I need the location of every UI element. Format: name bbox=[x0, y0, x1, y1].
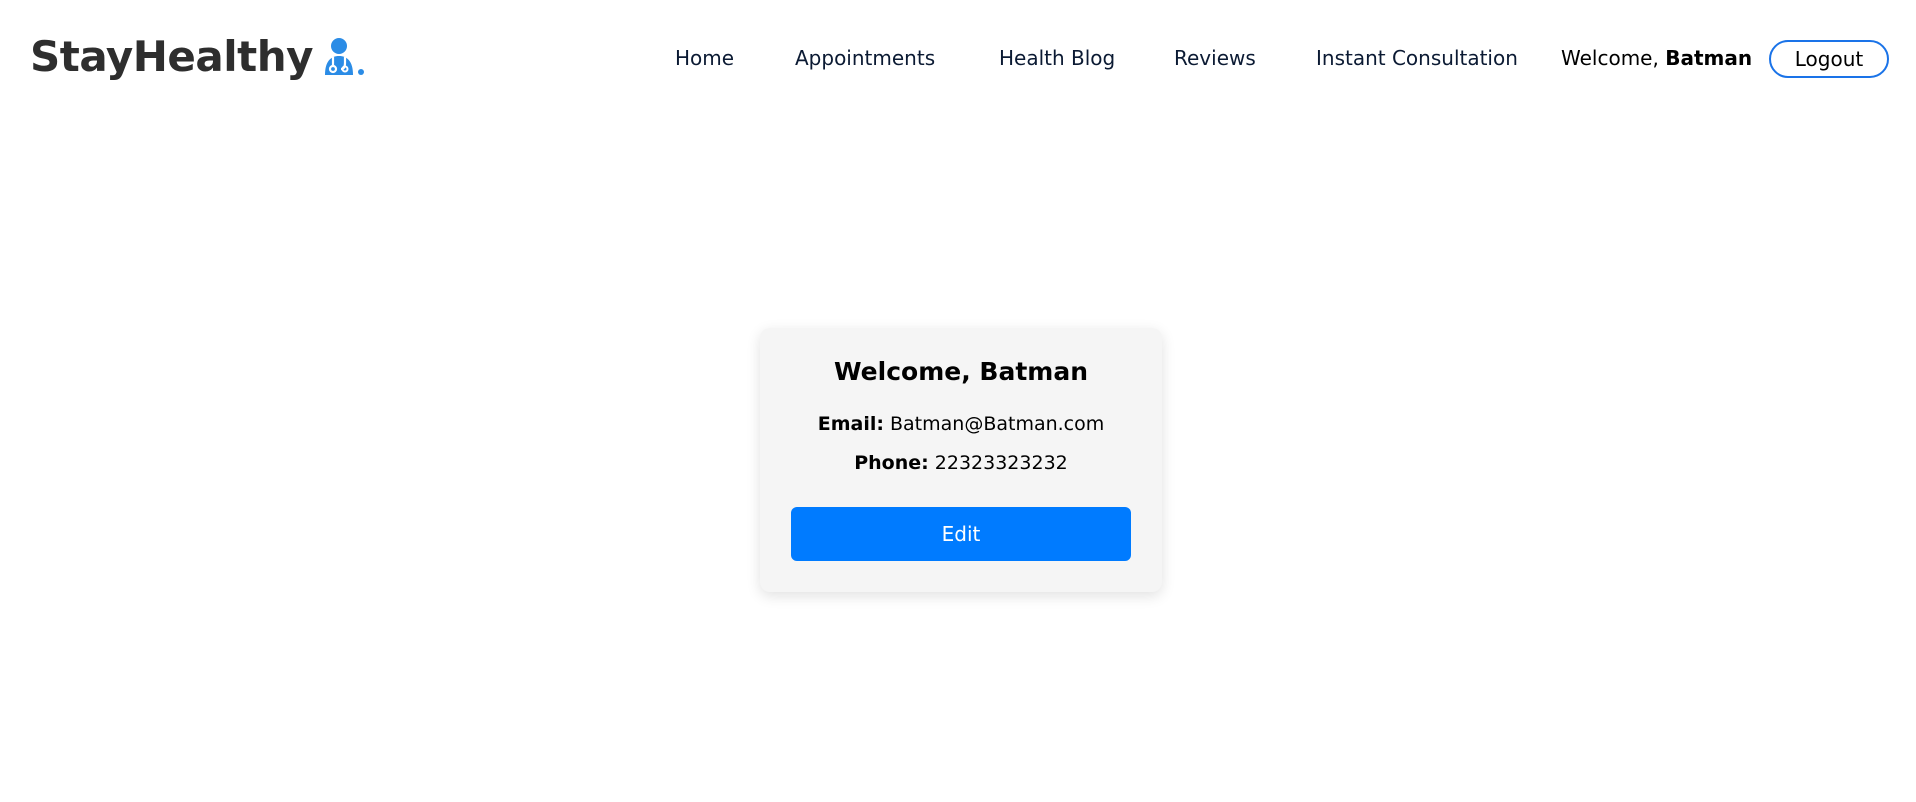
nav-instant-consultation[interactable]: Instant Consultation bbox=[1316, 43, 1518, 73]
edit-profile-button[interactable]: Edit bbox=[791, 507, 1131, 561]
nav-welcome: Welcome, Batman bbox=[1561, 43, 1752, 73]
nav-appointments[interactable]: Appointments bbox=[795, 43, 935, 73]
email-label: Email: bbox=[817, 413, 884, 435]
logout-button[interactable]: Logout bbox=[1769, 40, 1889, 78]
nav-health-blog[interactable]: Health Blog bbox=[999, 43, 1115, 73]
nav-reviews[interactable]: Reviews bbox=[1174, 43, 1256, 73]
nav-welcome-prefix: Welcome, bbox=[1561, 46, 1659, 70]
profile-phone-row: Phone: 22323323232 bbox=[760, 449, 1162, 477]
phone-value: 22323323232 bbox=[934, 452, 1068, 474]
profile-card: Welcome, Batman Email: Batman@Batman.com… bbox=[760, 328, 1162, 592]
profile-heading: Welcome, Batman bbox=[833, 357, 1088, 386]
navbar: StayHealthy Home Appointments Health Blo… bbox=[0, 0, 1916, 118]
nav-welcome-name: Batman bbox=[1665, 46, 1753, 70]
email-value: Batman@Batman.com bbox=[890, 413, 1105, 435]
profile-email-row: Email: Batman@Batman.com bbox=[760, 410, 1162, 438]
phone-label: Phone: bbox=[854, 452, 929, 474]
nav-home[interactable]: Home bbox=[675, 43, 734, 73]
